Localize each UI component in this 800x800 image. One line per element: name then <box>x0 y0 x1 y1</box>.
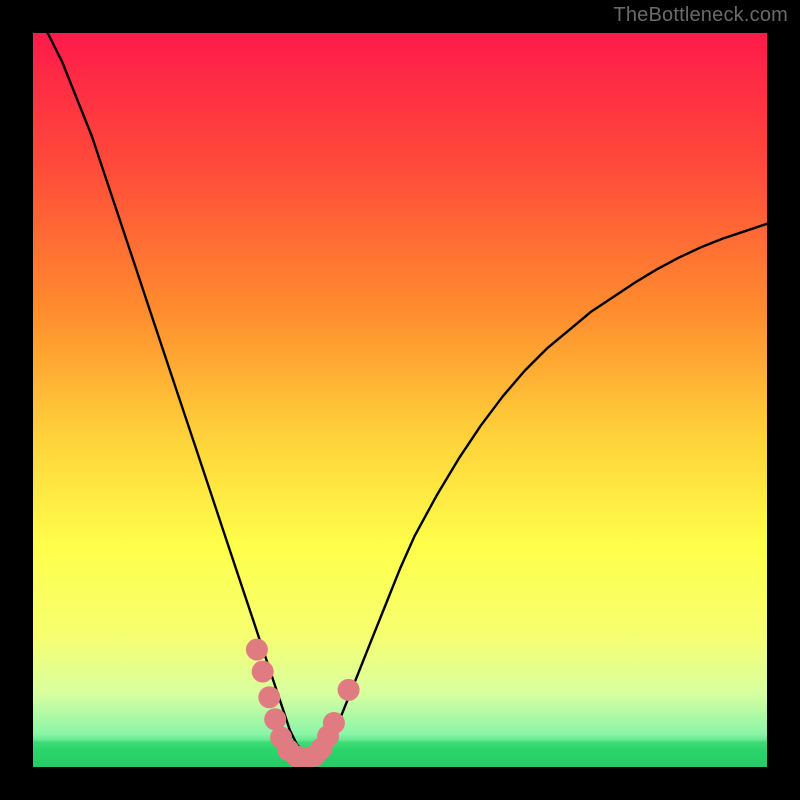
green-band <box>33 741 767 767</box>
curve-marker <box>258 686 280 708</box>
background-rect <box>33 33 767 767</box>
watermark-text: TheBottleneck.com <box>613 4 788 27</box>
plot-svg <box>33 33 767 767</box>
plot-area <box>33 33 767 767</box>
curve-marker <box>246 639 268 661</box>
curve-marker <box>323 712 345 734</box>
chart-frame: TheBottleneck.com <box>0 0 800 800</box>
curve-marker <box>338 679 360 701</box>
curve-marker <box>252 661 274 683</box>
